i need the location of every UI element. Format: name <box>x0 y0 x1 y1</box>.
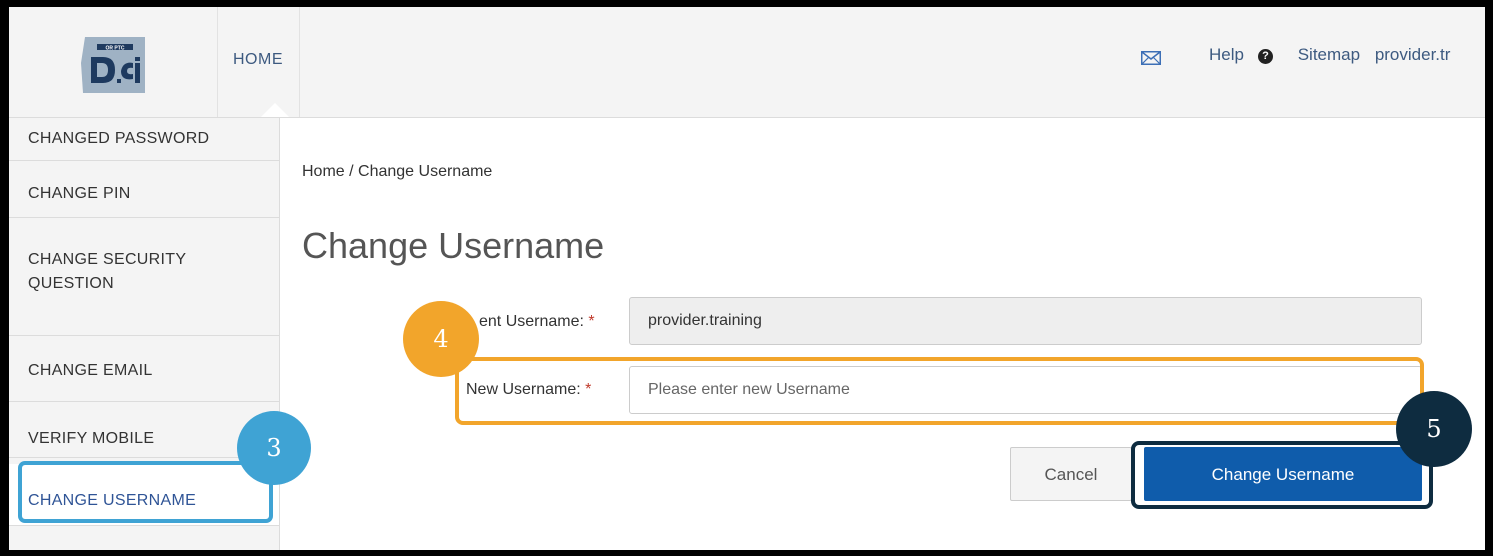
callout-badge-3: 3 <box>237 411 311 485</box>
sidebar-item-change-security-question[interactable]: CHANGE SECURITY QUESTION <box>9 218 279 336</box>
current-username-label-text: ent Username: <box>479 313 584 330</box>
sidebar-item-changed-password[interactable]: CHANGED PASSWORD <box>9 118 279 161</box>
tab-home-label: HOME <box>233 51 283 68</box>
breadcrumb: Home / Change Username <box>302 163 493 180</box>
callout-highlight-4 <box>455 357 1424 425</box>
sidebar-item-change-email[interactable]: CHANGE EMAIL <box>9 336 279 402</box>
current-username-label: ent Username: * <box>479 313 595 331</box>
logo-cell: OR PTC <box>9 7 218 117</box>
current-username-field <box>629 297 1422 345</box>
active-tab-caret <box>261 103 289 117</box>
user-menu[interactable]: provider.tr <box>1375 45 1451 64</box>
top-links: Help? Sitemap provider.tr <box>1209 45 1460 65</box>
mail-icon[interactable] <box>1141 51 1161 65</box>
question-circle-icon: ? <box>1257 49 1273 64</box>
sidebar-item-label: CHANGE PIN <box>28 185 131 202</box>
sitemap-link[interactable]: Sitemap <box>1298 45 1360 64</box>
callout-highlight-5 <box>1131 441 1433 509</box>
sidebar-item-label: CHANGE SECURITY QUESTION <box>28 251 187 292</box>
top-navbar: OR PTC HOME Help? Sitemap provider.tr <box>9 7 1485 118</box>
help-link[interactable]: Help? <box>1209 45 1283 64</box>
dci-logo[interactable]: OR PTC <box>79 33 151 97</box>
svg-text:OR PTC: OR PTC <box>106 46 125 52</box>
sidebar-item-label: VERIFY MOBILE <box>28 430 155 447</box>
app-window: OR PTC HOME Help? Sitemap provider.tr CH… <box>9 7 1485 550</box>
sidebar-item-label: CHANGE EMAIL <box>28 362 153 379</box>
tab-home[interactable]: HOME <box>217 7 300 117</box>
sidebar-item-label: CHANGED PASSWORD <box>28 130 210 147</box>
callout-badge-4: 4 <box>403 301 479 377</box>
page-title: Change Username <box>302 225 605 266</box>
callout-highlight-3 <box>18 461 273 523</box>
sidebar-item-change-pin[interactable]: CHANGE PIN <box>9 161 279 218</box>
callout-badge-5: 5 <box>1396 391 1472 467</box>
help-label: Help <box>1209 45 1244 64</box>
cancel-button[interactable]: Cancel <box>1010 447 1132 501</box>
required-asterisk: * <box>588 313 595 330</box>
